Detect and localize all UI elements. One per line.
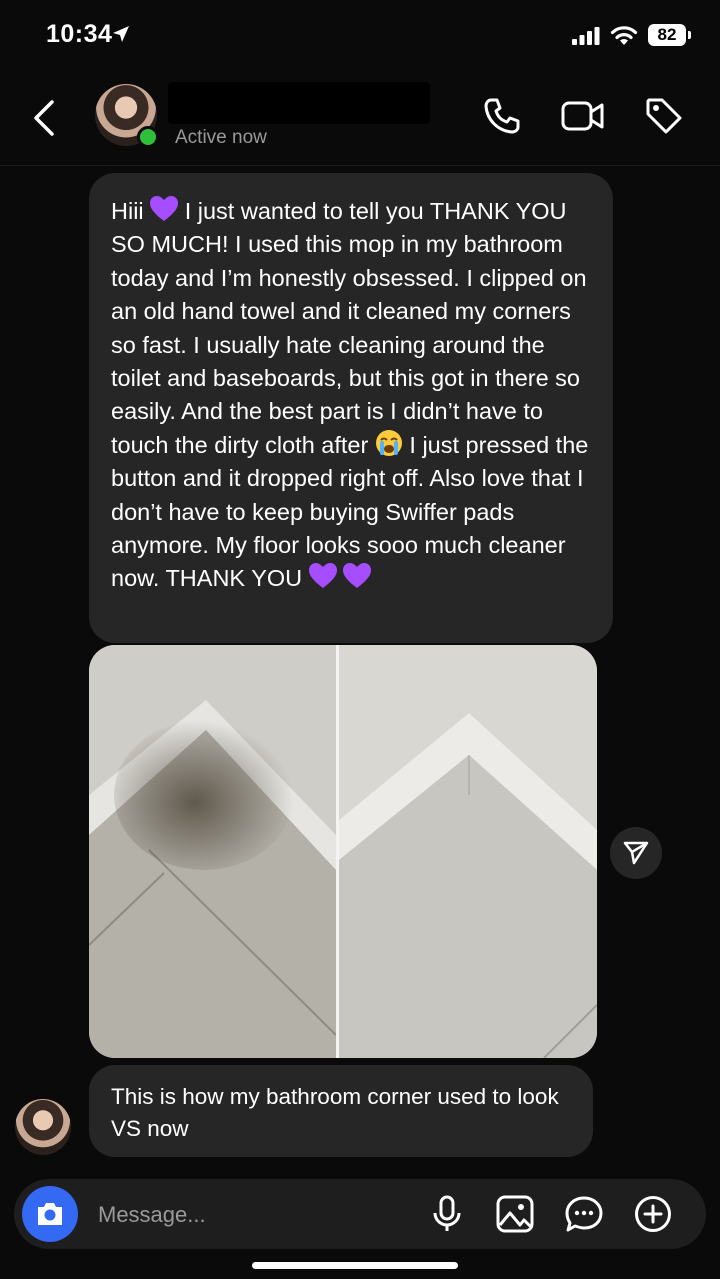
online-indicator <box>137 126 159 148</box>
send-icon <box>623 841 649 865</box>
before-after-photo[interactable] <box>89 645 597 1058</box>
purple-heart-icon <box>150 196 179 221</box>
message-input[interactable] <box>96 1197 420 1233</box>
tag-icon[interactable] <box>644 96 684 136</box>
status-bar: 10:34 82 <box>0 0 720 70</box>
redacted-contact-name[interactable] <box>168 82 430 124</box>
message-text: Hiii I just wanted to tell you THANK YOU… <box>111 196 589 592</box>
message-bubble[interactable]: This is how my bathroom corner used to l… <box>89 1065 593 1157</box>
location-arrow-icon <box>113 26 129 42</box>
message-text: This is how my bathroom corner used to l… <box>111 1084 559 1141</box>
camera-button[interactable] <box>22 1186 78 1242</box>
gallery-icon[interactable] <box>496 1195 534 1233</box>
camera-icon <box>38 1203 62 1225</box>
clock: 10:34 <box>46 20 113 48</box>
microphone-icon[interactable] <box>432 1195 462 1233</box>
signal-icon <box>572 27 600 45</box>
plus-icon[interactable] <box>634 1195 672 1233</box>
sticker-icon[interactable] <box>565 1195 603 1233</box>
video-icon[interactable] <box>560 96 606 136</box>
contact-avatar[interactable] <box>95 84 159 148</box>
chat-header: Active now <box>0 70 720 166</box>
home-indicator[interactable] <box>252 1262 458 1269</box>
phone-icon[interactable] <box>482 96 522 136</box>
share-button[interactable] <box>610 827 662 879</box>
message-bubble[interactable]: Hiii I just wanted to tell you THANK YOU… <box>89 173 613 643</box>
purple-heart-icon <box>308 563 337 589</box>
active-status: Active now <box>175 127 267 148</box>
battery-icon: 82 <box>648 24 686 46</box>
purple-heart-icon <box>342 563 371 589</box>
message-composer <box>14 1179 706 1249</box>
sender-avatar[interactable] <box>15 1099 71 1155</box>
battery-nub <box>688 31 691 39</box>
wifi-icon <box>610 26 638 45</box>
back-icon[interactable] <box>30 98 62 138</box>
crying-face-icon <box>375 429 402 456</box>
